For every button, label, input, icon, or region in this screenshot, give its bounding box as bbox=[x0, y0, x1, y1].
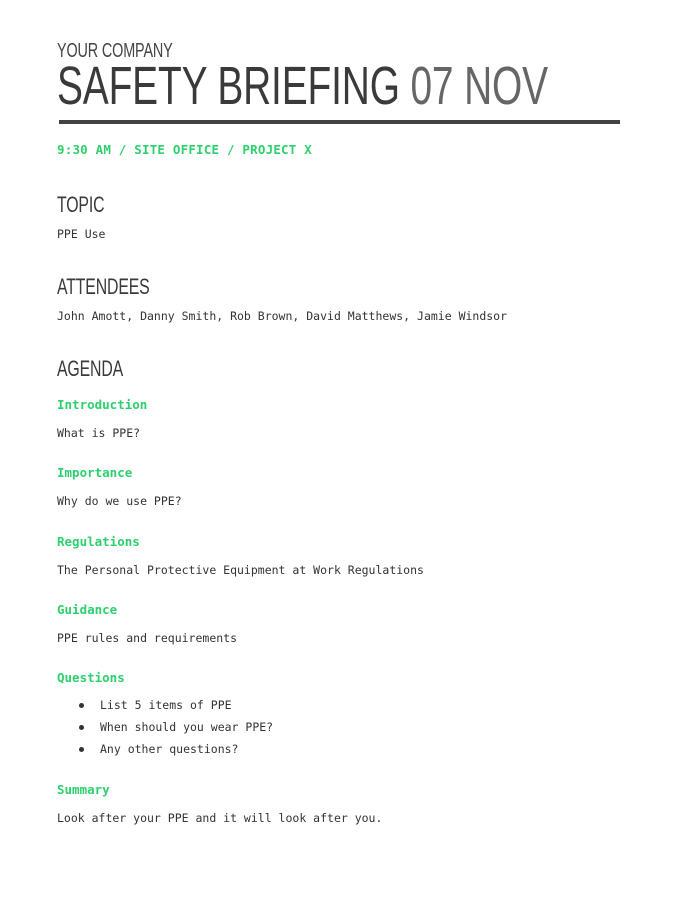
topic-text: PPE Use bbox=[57, 227, 106, 241]
topic-heading: TOPIC bbox=[57, 192, 105, 217]
list-item: When should you wear PPE? bbox=[57, 718, 273, 740]
list-item-text: When should you wear PPE? bbox=[100, 720, 274, 734]
agenda-item-text: The Personal Protective Equipment at Wor… bbox=[57, 563, 424, 577]
meeting-details: 9:30 AM / SITE OFFICE / PROJECT X bbox=[57, 142, 312, 157]
title-date: 07 NOV bbox=[410, 56, 548, 116]
questions-list: List 5 items of PPE When should you wear… bbox=[57, 696, 273, 762]
attendees-text: John Amott, Danny Smith, Rob Brown, Davi… bbox=[57, 309, 508, 323]
agenda-heading: AGENDA bbox=[57, 356, 124, 381]
list-item-text: List 5 items of PPE bbox=[100, 698, 232, 712]
list-item-text: Any other questions? bbox=[100, 742, 239, 756]
list-item: Any other questions? bbox=[57, 740, 273, 762]
title-divider bbox=[59, 120, 620, 124]
agenda-item-title: Introduction bbox=[57, 397, 148, 412]
attendees-heading: ATTENDEES bbox=[57, 274, 150, 299]
agenda-item-text: What is PPE? bbox=[57, 426, 141, 440]
title-text: SAFETY BRIEFING bbox=[57, 56, 400, 116]
agenda-item-title: Importance bbox=[57, 465, 133, 480]
agenda-item-text: PPE rules and requirements bbox=[57, 631, 238, 645]
agenda-item-title: Summary bbox=[57, 782, 110, 797]
agenda-item-text: Look after your PPE and it will look aft… bbox=[57, 811, 383, 825]
agenda-item-title: Questions bbox=[57, 670, 125, 685]
agenda-item-title: Guidance bbox=[57, 602, 118, 617]
document-title: SAFETY BRIEFING 07 NOV bbox=[57, 58, 548, 114]
bullet-icon bbox=[79, 703, 84, 708]
agenda-item-text: Why do we use PPE? bbox=[57, 494, 182, 508]
bullet-icon bbox=[79, 747, 84, 752]
bullet-icon bbox=[79, 725, 84, 730]
agenda-item-title: Regulations bbox=[57, 534, 140, 549]
list-item: List 5 items of PPE bbox=[57, 696, 273, 718]
